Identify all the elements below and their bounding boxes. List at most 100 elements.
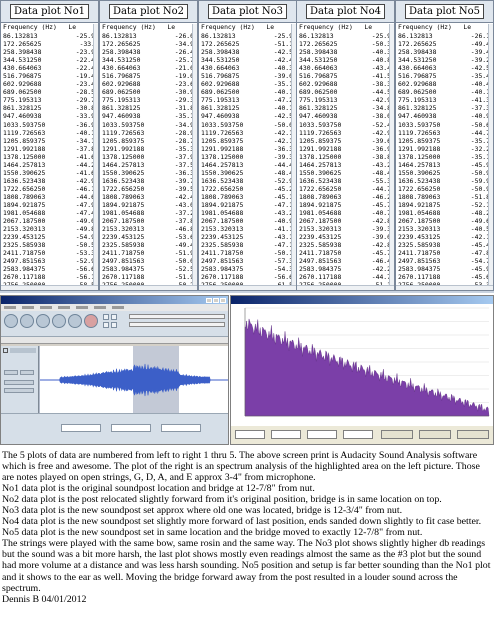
stop-button[interactable] — [36, 314, 50, 328]
playback-meter[interactable] — [129, 314, 225, 319]
spectrum-title-bar[interactable] — [231, 296, 493, 304]
project-rate-field[interactable] — [61, 424, 101, 432]
horizontal-scrollbar[interactable] — [199, 285, 296, 290]
frequency-value: 2670.117188 — [102, 273, 145, 282]
table-row: 1636.523438 -59.9 — [398, 177, 490, 185]
horizontal-scrollbar[interactable] — [100, 285, 197, 290]
audacity-title-bar[interactable] — [1, 296, 228, 304]
skip-end-button[interactable] — [68, 314, 82, 328]
menu-item[interactable] — [40, 306, 52, 309]
level-value: -25.7 — [174, 56, 194, 65]
draw-tool-icon[interactable] — [111, 322, 117, 328]
menu-item[interactable] — [22, 306, 34, 309]
axis-select[interactable] — [343, 430, 373, 439]
table-row: 1205.859375 -39.6 — [299, 137, 391, 145]
frequency-value: 258.398438 — [3, 48, 42, 57]
maximize-button[interactable] — [213, 297, 219, 303]
vertical-scrollbar[interactable] — [93, 24, 98, 286]
frequency-value: 947.460938 — [398, 112, 437, 121]
vertical-scrollbar[interactable] — [192, 24, 197, 286]
record-button[interactable] — [84, 314, 98, 328]
menu-item[interactable] — [4, 306, 16, 309]
size-select[interactable] — [271, 430, 301, 439]
level-header: Le — [167, 23, 176, 31]
timeline-ruler[interactable] — [1, 337, 228, 344]
replot-button[interactable] — [419, 430, 451, 439]
level-value: -54.7 — [470, 257, 490, 266]
table-row: 2239.453125 -43.1 — [201, 233, 293, 241]
selection-end-field[interactable] — [161, 424, 201, 432]
mute-button[interactable] — [4, 370, 18, 375]
selection-tool-icon[interactable] — [103, 314, 109, 320]
horizontal-scrollbar[interactable] — [297, 285, 394, 290]
table-row: 947.460938 -33.9 — [3, 112, 95, 120]
zoom-tool-icon[interactable] — [103, 322, 109, 328]
table-row: 1981.054688 -48.2 — [398, 209, 490, 217]
level-value: -40.9 — [273, 217, 293, 226]
spectrum-plot[interactable] — [231, 304, 493, 428]
frequency-value: 2239.453125 — [201, 233, 244, 242]
caption-conclusion: The strings were played with the same bo… — [2, 538, 491, 594]
level-value: -40.5 — [470, 225, 490, 234]
level-value: -41.6 — [75, 168, 95, 177]
audacity-menu-bar[interactable] — [1, 304, 228, 311]
frequency-value: 775.195313 — [398, 96, 437, 105]
table-row: 2153.320313 -41.1 — [201, 225, 293, 233]
table-row: 258.398438 -42.5 — [201, 48, 293, 56]
pause-button[interactable] — [4, 314, 18, 328]
solo-button[interactable] — [20, 370, 34, 375]
frequency-value: 258.398438 — [102, 48, 141, 57]
menu-item[interactable] — [76, 306, 88, 309]
algorithm-select[interactable] — [235, 430, 265, 439]
table-row: 344.531250 -40.8 — [299, 56, 391, 64]
menu-item[interactable] — [94, 306, 106, 309]
export-button[interactable] — [381, 430, 413, 439]
table-row: 1378.125000 -39.3 — [201, 153, 293, 161]
minimize-button[interactable] — [206, 297, 212, 303]
level-value: -49.4 — [174, 241, 194, 250]
level-value: -34.9 — [174, 120, 194, 129]
frequency-value: 1550.390625 — [398, 168, 441, 177]
close-spectrum-button[interactable] — [457, 430, 489, 439]
horizontal-scrollbar[interactable] — [396, 285, 493, 290]
gain-slider[interactable] — [4, 380, 34, 385]
menu-item[interactable] — [58, 306, 70, 309]
track-name-dropdown[interactable] — [10, 348, 36, 353]
level-value: -35.7 — [470, 136, 490, 145]
audio-track[interactable] — [1, 346, 228, 414]
vertical-scrollbar[interactable] — [389, 24, 394, 286]
function-select[interactable] — [307, 430, 337, 439]
waveform-area[interactable] — [40, 346, 228, 414]
table-row: 1291.992188 -36.3 — [201, 145, 293, 153]
frequency-value: 2239.453125 — [3, 233, 46, 242]
level-value: -40.1 — [273, 104, 293, 113]
vertical-scrollbar[interactable] — [488, 24, 493, 286]
close-button[interactable] — [220, 297, 226, 303]
frequency-value: 1378.125000 — [299, 152, 342, 161]
frequency-value: 1722.656250 — [3, 184, 46, 193]
table-row: 1291.992188 -36.9 — [299, 145, 391, 153]
frequency-value: 1119.726563 — [201, 128, 244, 137]
horizontal-scrollbar[interactable] — [1, 285, 98, 290]
frequency-value: 2067.187500 — [398, 217, 441, 226]
selection-start-field[interactable] — [111, 424, 151, 432]
play-button[interactable] — [20, 314, 34, 328]
pan-slider[interactable] — [4, 388, 34, 393]
record-meter[interactable] — [129, 322, 225, 327]
skip-start-button[interactable] — [52, 314, 66, 328]
envelope-tool-icon[interactable] — [111, 314, 117, 320]
table-row: 2670.117188 -51.9 — [102, 273, 194, 281]
table-row: 2239.453125 -53.6 — [102, 233, 194, 241]
frequency-value: 2239.453125 — [299, 233, 342, 242]
frequency-value: 1119.726563 — [299, 128, 342, 137]
track-close-icon[interactable] — [3, 348, 8, 353]
panel-title: Data plot No2 — [108, 4, 189, 19]
frequency-value: 2239.453125 — [102, 233, 145, 242]
table-row: 2153.320313 -46.8 — [102, 225, 194, 233]
frequency-value: 2325.585938 — [398, 241, 441, 250]
table-row: 1894.921875 -47.9 — [3, 201, 95, 209]
level-value: -42.5 — [470, 64, 490, 73]
level-value: -44.2 — [75, 160, 95, 169]
menu-item[interactable] — [112, 306, 124, 309]
frequency-value: 1378.125000 — [398, 152, 441, 161]
